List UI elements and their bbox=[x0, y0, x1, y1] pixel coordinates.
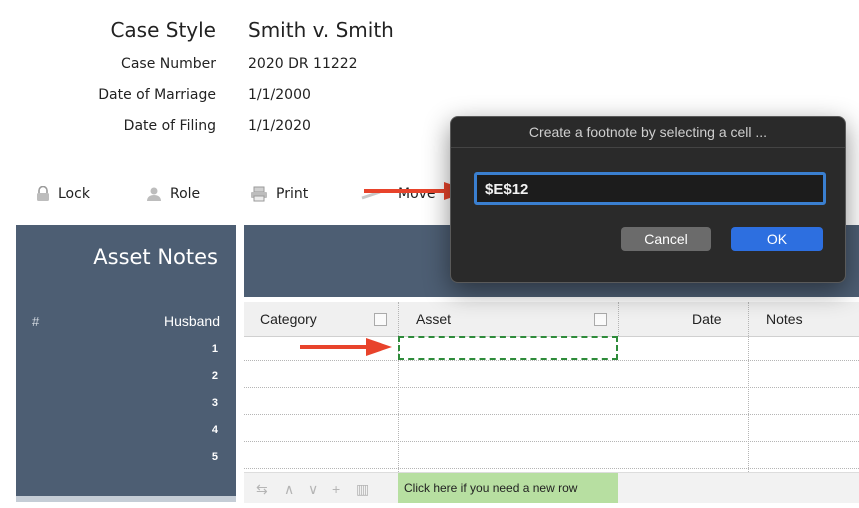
role-button[interactable]: Role bbox=[146, 186, 200, 202]
case-number-value: 2020 DR 11222 bbox=[248, 56, 358, 72]
row-divider bbox=[244, 387, 859, 388]
red-arrow-icon bbox=[300, 338, 392, 356]
row-number: 5 bbox=[211, 451, 218, 463]
table-footer: ⇆ ∧ ∨ + ▥ Click here if you need a new r… bbox=[244, 472, 859, 503]
case-style-label: Case Style bbox=[110, 18, 216, 42]
row-number-header: # bbox=[32, 314, 40, 329]
category-header[interactable]: Category bbox=[260, 311, 317, 327]
print-label: Print bbox=[276, 186, 309, 202]
lock-label: Lock bbox=[58, 186, 90, 202]
asset-header[interactable]: Asset bbox=[416, 311, 451, 327]
torn-edge bbox=[16, 496, 236, 502]
panel-title: Asset Notes bbox=[93, 245, 218, 269]
row-divider bbox=[244, 360, 859, 361]
date-of-marriage-label: Date of Marriage bbox=[98, 87, 216, 103]
cell-reference-input[interactable]: $E$12 bbox=[474, 172, 826, 205]
dialog-title: Create a footnote by selecting a cell ..… bbox=[451, 117, 845, 148]
asset-table: Category Asset Date Notes ⇆ ∧ ∨ + ▥ Clic… bbox=[244, 302, 859, 503]
swap-icon[interactable]: ⇆ bbox=[256, 481, 268, 498]
row-divider bbox=[244, 414, 859, 415]
date-of-filing-label: Date of Filing bbox=[123, 118, 216, 134]
row-number: 4 bbox=[211, 424, 218, 436]
date-header[interactable]: Date bbox=[692, 311, 722, 327]
case-number-label: Case Number bbox=[121, 56, 216, 72]
row-divider bbox=[244, 468, 859, 469]
new-row-button[interactable]: Click here if you need a new row bbox=[398, 473, 618, 503]
column-divider bbox=[618, 302, 619, 336]
row-number: 1 bbox=[211, 343, 218, 355]
trash-icon[interactable]: ▥ bbox=[356, 481, 369, 498]
date-of-marriage-value: 1/1/2000 bbox=[248, 87, 311, 103]
table-header: Category Asset Date Notes bbox=[244, 302, 859, 337]
print-button[interactable]: Print bbox=[250, 186, 308, 202]
row-divider bbox=[244, 441, 859, 442]
notes-header[interactable]: Notes bbox=[766, 311, 803, 327]
move-up-icon[interactable]: ∧ bbox=[284, 481, 294, 498]
footnote-dialog: Create a footnote by selecting a cell ..… bbox=[450, 116, 846, 283]
case-style-value: Smith v. Smith bbox=[248, 18, 394, 42]
lock-icon bbox=[37, 186, 49, 201]
date-of-filing-value: 1/1/2020 bbox=[248, 118, 311, 134]
role-label: Role bbox=[170, 186, 201, 202]
ok-button[interactable]: OK bbox=[731, 227, 823, 251]
lock-button[interactable]: Lock bbox=[36, 186, 90, 202]
asset-notes-panel: Asset Notes # Husband 1 2 3 4 5 bbox=[16, 225, 236, 500]
cancel-button[interactable]: Cancel bbox=[621, 227, 711, 251]
selected-cell[interactable] bbox=[398, 336, 618, 360]
add-row-icon[interactable]: + bbox=[332, 481, 340, 497]
category-filter-checkbox[interactable] bbox=[374, 313, 387, 326]
person-icon bbox=[147, 187, 161, 201]
move-down-icon[interactable]: ∨ bbox=[308, 481, 318, 498]
row-number: 3 bbox=[211, 397, 218, 409]
husband-header: Husband bbox=[163, 313, 220, 329]
asset-filter-checkbox[interactable] bbox=[594, 313, 607, 326]
row-number: 2 bbox=[211, 370, 218, 382]
printer-icon bbox=[251, 186, 267, 202]
